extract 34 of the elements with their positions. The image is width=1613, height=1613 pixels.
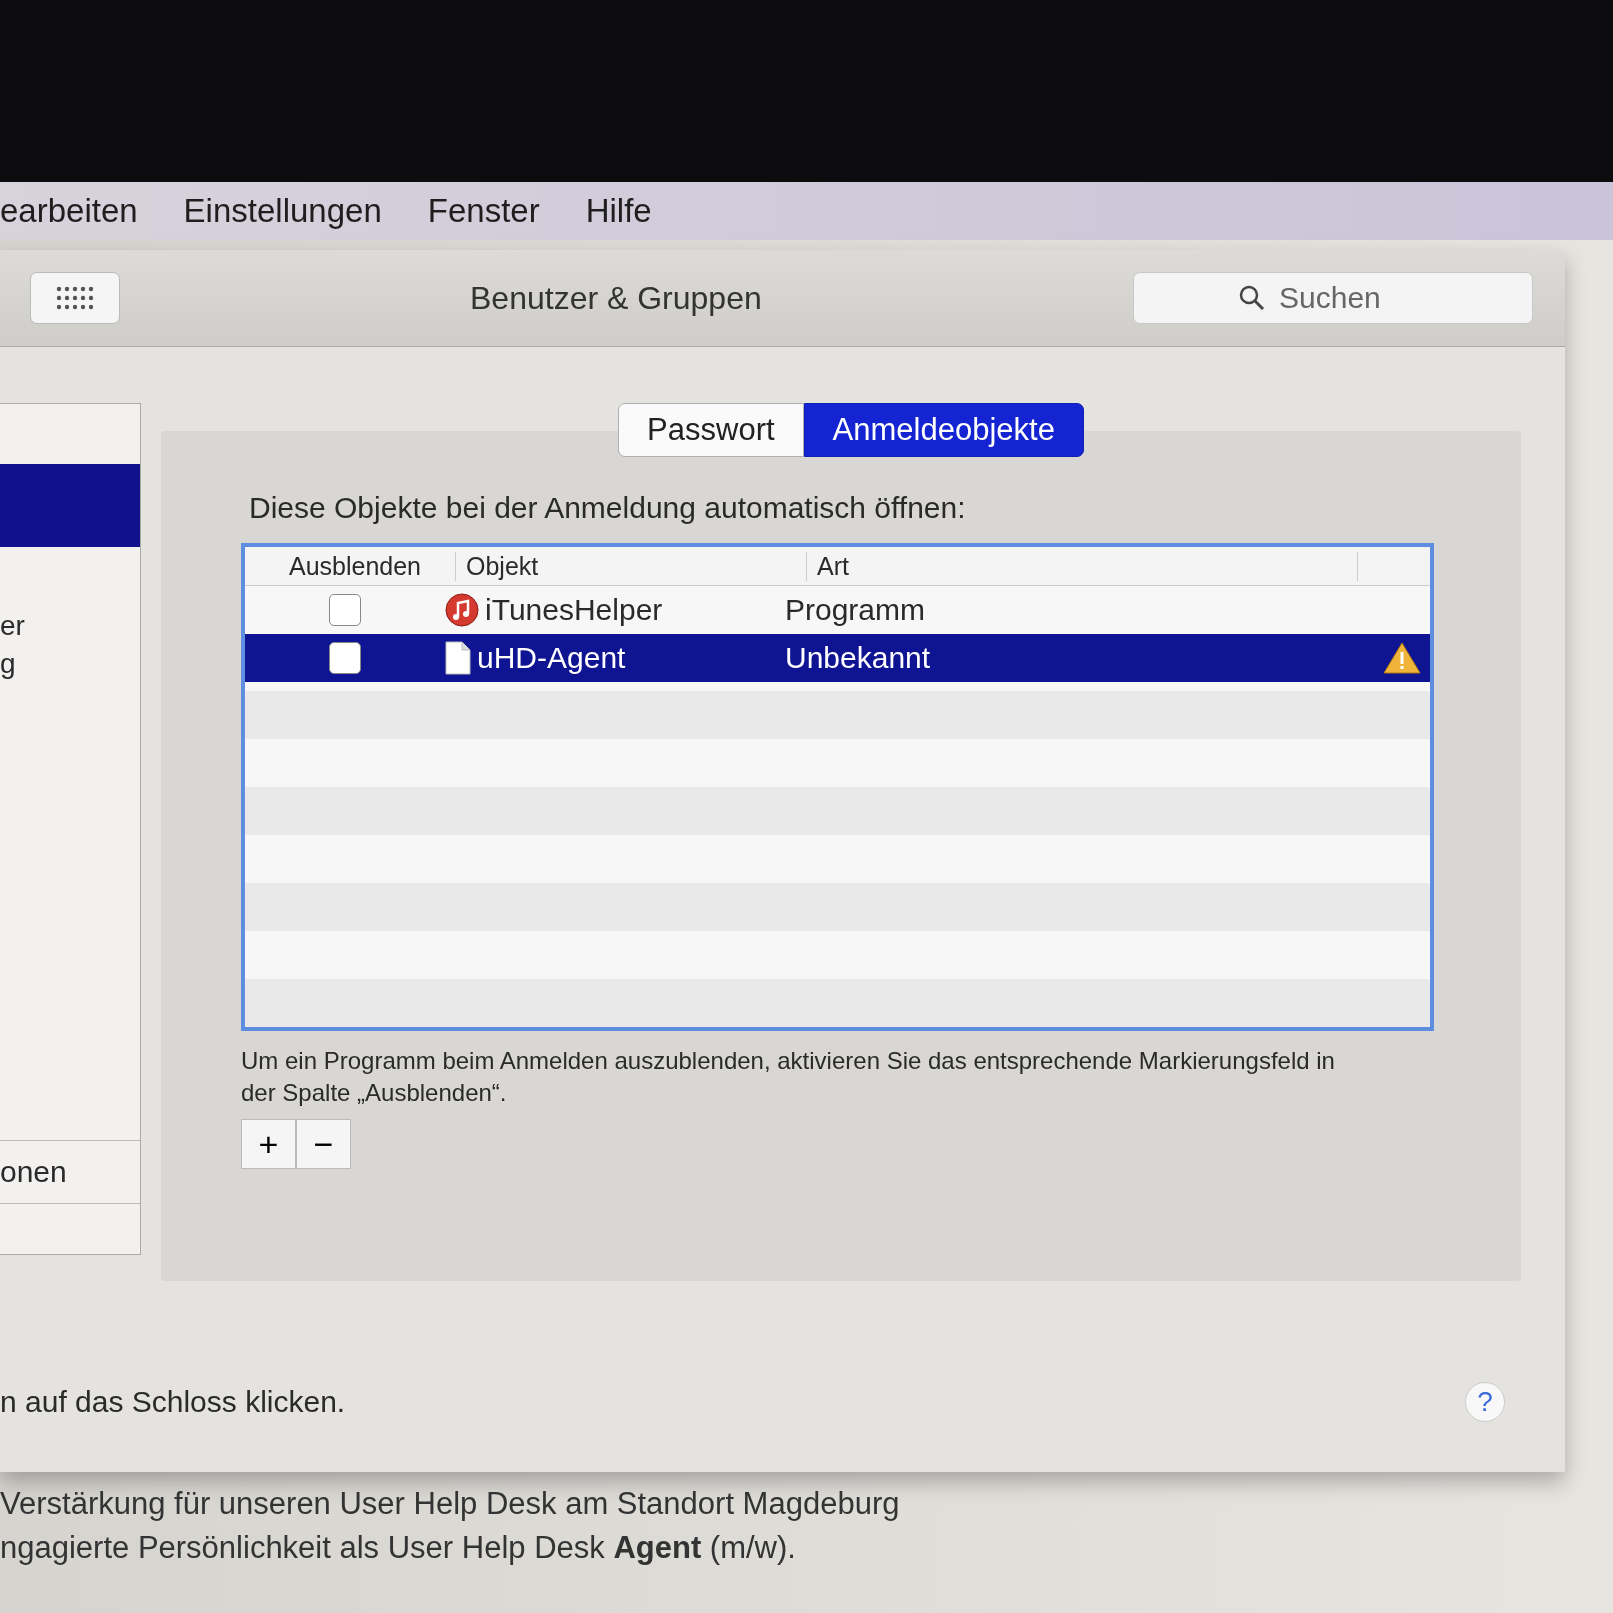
tab[interactable]: Anmeldeobjekte [803,403,1084,457]
menu-item[interactable]: earbeiten [0,192,138,230]
remove-button[interactable]: − [296,1119,351,1169]
checkbox[interactable] [329,642,361,674]
menu-item[interactable]: Einstellungen [183,192,382,230]
show-all-button[interactable] [30,272,120,324]
document-icon [445,641,471,675]
lock-hint-text: n auf das Schloss klicken. [0,1385,346,1419]
tab[interactable]: Passwort [618,403,804,457]
item-name: iTunesHelper [485,593,663,627]
column-header[interactable]: Art [807,551,1358,581]
web-page-text: ngagierte Persönlichkeit als User Help Desk Agent (m/w). [0,1529,797,1567]
item-type: Programm [785,593,927,627]
column-header[interactable]: Ausblenden [245,551,456,581]
menu-item[interactable]: Hilfe [585,192,652,230]
menu-item[interactable]: Fenster [427,192,540,230]
help-button[interactable]: ? [1465,1382,1505,1422]
sidebar-text: g [0,647,17,681]
list-heading: Diese Objekte bei der Anmeldung automatisch öffnen: [249,491,967,525]
sidebar-item[interactable]: onen [0,1140,140,1204]
sidebar-text: er [0,609,26,643]
checkbox[interactable] [329,594,361,626]
window-title: Benutzer & Gruppen [470,279,762,317]
grid-icon [55,285,95,311]
search-field[interactable]: Suchen [1133,272,1533,324]
column-header[interactable]: Objekt [456,551,807,581]
item-type: Unbekannt [785,641,932,675]
search-icon [1238,284,1266,312]
add-button[interactable]: + [241,1119,296,1169]
item-name: uHD-Agent [477,641,626,675]
music-note-icon [445,593,479,627]
web-page-text: Verstärkung für unseren User Help Desk am Standort Magdeburg [0,1485,901,1523]
hint-text: Um ein Programm beim Anmelden auszublenden, aktivieren Sie das entsprechende Markierungsfeld in der Spalte „Ausblenden“. [241,1046,1336,1108]
table-row[interactable]: uHD-Agent Unbekannt [245,634,1430,682]
